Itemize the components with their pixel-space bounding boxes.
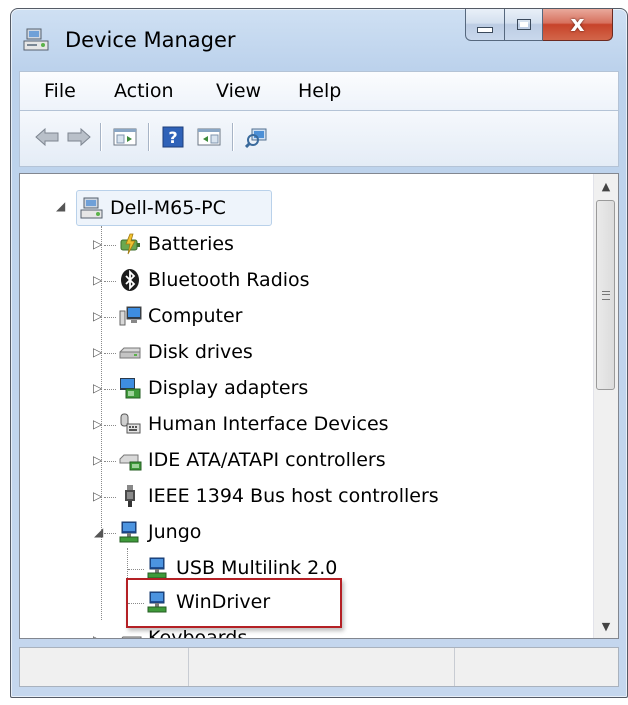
- tree-item[interactable]: Computer: [118, 299, 242, 333]
- tree-connector: [104, 461, 116, 462]
- show-hide-console-tree-icon[interactable]: [112, 125, 138, 149]
- tree-item[interactable]: Bluetooth Radios: [118, 263, 310, 297]
- disk-drive-icon: [118, 340, 142, 364]
- device-tree[interactable]: ◢ Dell-M65-PC ▷ Batteries ▷ Bluetooth Ra…: [19, 173, 619, 639]
- status-segment: [188, 648, 455, 686]
- tree-item[interactable]: Keyboards: [118, 621, 247, 638]
- tree-item[interactable]: IEEE 1394 Bus host controllers: [118, 479, 439, 513]
- back-arrow-icon[interactable]: [34, 125, 60, 149]
- close-icon: x: [570, 11, 585, 37]
- window-title: Device Manager: [65, 28, 236, 52]
- show-action-pane-icon[interactable]: [196, 125, 222, 149]
- tree-connector: [104, 425, 116, 426]
- menu-bar: File Action View Help: [19, 71, 619, 111]
- status-bar: [19, 647, 619, 687]
- menu-action[interactable]: Action: [114, 80, 174, 102]
- expand-arrow-icon[interactable]: ▷: [93, 489, 102, 503]
- menu-help[interactable]: Help: [298, 80, 341, 102]
- keyboard-icon: [118, 626, 142, 638]
- scan-hardware-changes-icon[interactable]: [244, 125, 270, 149]
- maximize-icon: [516, 19, 531, 30]
- status-segment: [20, 648, 189, 686]
- display-adapter-icon: [118, 376, 142, 400]
- toolbar-separator: [100, 123, 101, 151]
- ieee1394-icon: [118, 484, 142, 508]
- vertical-scrollbar[interactable]: ▲ ▼: [593, 174, 618, 638]
- tree-connector: [104, 353, 116, 354]
- tree-connector: [104, 317, 116, 318]
- expand-arrow-icon[interactable]: ▷: [93, 381, 102, 395]
- toolbar-separator: [148, 123, 149, 151]
- toolbar-separator: [232, 123, 233, 151]
- tree-connector: [104, 281, 116, 282]
- tree-connector: [104, 245, 116, 246]
- scroll-up-arrow-icon[interactable]: ▲: [594, 174, 618, 198]
- tree-connector: [104, 389, 116, 390]
- tree-item[interactable]: Display adapters: [118, 371, 308, 405]
- menu-file[interactable]: File: [44, 80, 76, 102]
- caption-buttons: x: [465, 9, 613, 43]
- tree-root-label: Dell-M65-PC: [110, 197, 226, 219]
- menu-view[interactable]: View: [216, 80, 261, 102]
- tree-connector: [104, 533, 116, 534]
- close-button[interactable]: x: [543, 9, 613, 41]
- tree-item[interactable]: Jungo: [118, 515, 201, 549]
- collapse-arrow-icon[interactable]: ◢: [56, 199, 65, 213]
- expand-arrow-icon[interactable]: ▷: [93, 309, 102, 323]
- expand-arrow-icon[interactable]: ▷: [93, 273, 102, 287]
- hid-icon: [118, 412, 142, 436]
- collapse-arrow-icon[interactable]: ◢: [94, 525, 103, 539]
- bluetooth-icon: [118, 268, 142, 292]
- maximize-button[interactable]: [505, 9, 543, 41]
- tree-root[interactable]: Dell-M65-PC: [80, 191, 226, 225]
- svg-text:?: ?: [168, 128, 177, 147]
- expand-arrow-icon[interactable]: ▷: [93, 453, 102, 467]
- scroll-thumb[interactable]: [596, 200, 615, 390]
- tree-item[interactable]: Batteries: [118, 227, 234, 261]
- grip-icon: [601, 290, 610, 300]
- tree-item[interactable]: IDE ATA/ATAPI controllers: [118, 443, 386, 477]
- tree-connector: [104, 497, 116, 498]
- expand-arrow-icon[interactable]: ▷: [93, 633, 102, 638]
- ide-controller-icon: [118, 448, 142, 472]
- device-manager-icon: [23, 27, 51, 53]
- expand-arrow-icon[interactable]: ▷: [93, 237, 102, 251]
- battery-icon: [118, 232, 142, 256]
- computer-icon: [118, 304, 142, 328]
- tree-connector: [128, 569, 144, 570]
- network-device-icon: [146, 556, 170, 580]
- minimize-icon: [477, 26, 493, 33]
- device-manager-window: Device Manager x File Action View Help ?: [10, 8, 628, 698]
- network-device-icon: [118, 520, 142, 544]
- expand-arrow-icon[interactable]: ▷: [93, 417, 102, 431]
- forward-arrow-icon[interactable]: [66, 125, 92, 149]
- minimize-button[interactable]: [465, 9, 505, 41]
- toolbar: ?: [19, 111, 619, 167]
- tree-item[interactable]: Human Interface Devices: [118, 407, 389, 441]
- scroll-down-arrow-icon[interactable]: ▼: [594, 614, 618, 638]
- title-bar[interactable]: Device Manager x: [11, 9, 627, 69]
- help-icon[interactable]: ?: [160, 125, 186, 149]
- tree-item[interactable]: Disk drives: [118, 335, 253, 369]
- computer-root-icon: [80, 196, 104, 220]
- expand-arrow-icon[interactable]: ▷: [93, 345, 102, 359]
